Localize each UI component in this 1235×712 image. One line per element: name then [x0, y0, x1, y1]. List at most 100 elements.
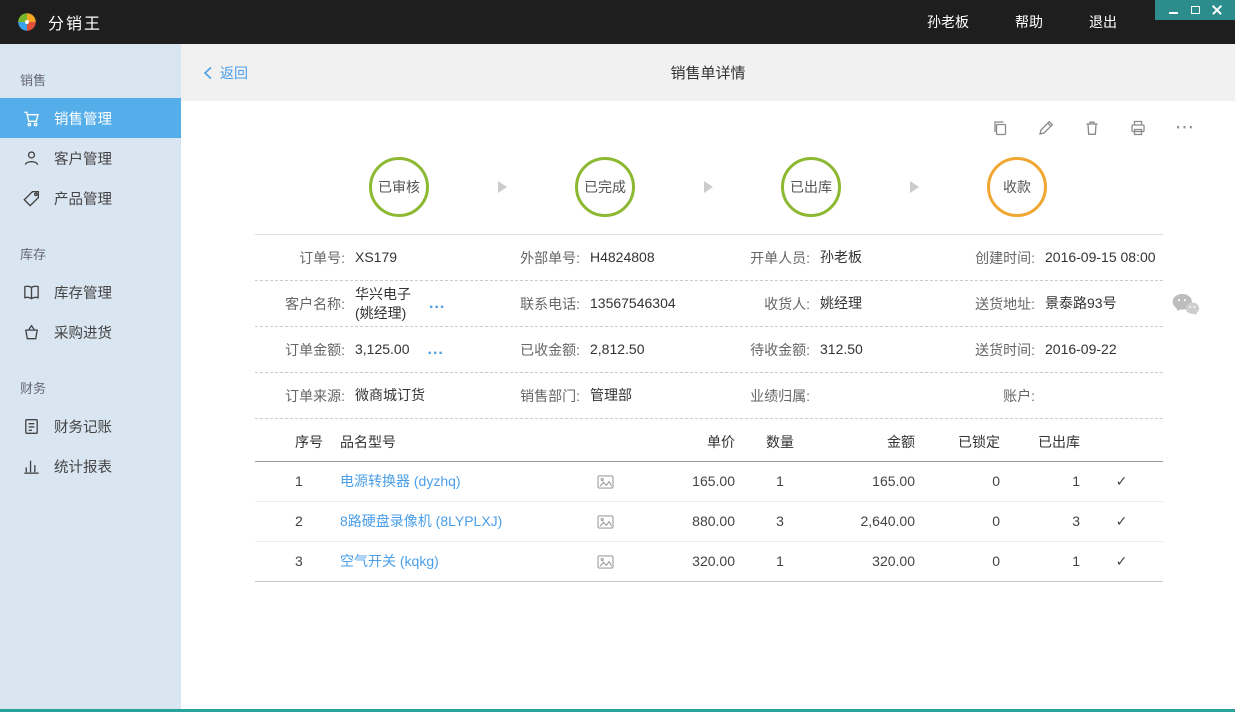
row-price: 165.00 — [635, 461, 735, 502]
field-label: 账户: — [1003, 387, 1035, 404]
topbar-logout[interactable]: 退出 — [1089, 12, 1117, 32]
step-audited: 已审核 — [369, 157, 429, 217]
row-no: 1 — [255, 461, 325, 502]
creator-value: 孙老板 — [820, 249, 862, 266]
field-label: 业绩归属: — [750, 387, 810, 404]
product-link[interactable]: 空气开关 (kqkg) — [340, 553, 439, 569]
close-button[interactable] — [1211, 3, 1223, 17]
copy-icon — [994, 121, 1007, 136]
detail-row: 订单来源: 微商城订货 销售部门: 管理部 业绩归属: 账户: — [255, 373, 1163, 419]
delete-button[interactable] — [1083, 119, 1101, 137]
sidebar-item-product-management[interactable]: 产品管理 — [0, 178, 181, 218]
field-label: 订单号: — [299, 249, 345, 266]
more-actions-button[interactable]: ⋯ — [1175, 118, 1195, 137]
topbar-help[interactable]: 帮助 — [1015, 12, 1043, 32]
field-label: 送货时间: — [975, 341, 1035, 358]
product-image-icon[interactable] — [596, 555, 614, 569]
product-image-icon[interactable] — [596, 515, 614, 529]
sidebar-item-purchasing[interactable]: 采购进货 — [0, 312, 181, 352]
shipped-check-icon: ✓ — [1080, 461, 1163, 502]
product-image-icon[interactable] — [596, 475, 614, 489]
field-label: 收货人: — [764, 295, 810, 312]
person-icon — [24, 150, 39, 165]
sidebar-item-inventory-management[interactable]: 库存管理 — [0, 272, 181, 312]
shipped-check-icon: ✓ — [1080, 541, 1163, 582]
wechat-icon[interactable] — [1171, 292, 1201, 323]
table-row: 2 8路硬盘录像机 (8LYPLXJ) 880.00 3 2,640.00 0 … — [255, 501, 1163, 542]
book-icon — [24, 285, 39, 300]
field-label: 联系电话: — [520, 295, 580, 312]
sidebar-section-sales: 销售 — [20, 73, 47, 88]
step-shipped: 已出库 — [781, 157, 841, 217]
order-detail-panel: 订单号: XS179 外部单号: H4824808 开单人员: 孙老板 创建时间: 20… — [255, 234, 1163, 582]
delivery-time-value: 2016-09-22 — [1045, 341, 1117, 358]
sidebar-item-bookkeeping[interactable]: 财务记账 — [0, 406, 181, 446]
consignee-value: 姚经理 — [820, 295, 862, 312]
app-title: 分销王 — [48, 16, 103, 33]
print-button[interactable] — [1129, 119, 1147, 137]
sidebar: 销售 销售管理 客户管理 产品管理 库存 库存管理 采购进货 财务 财务记账 统… — [0, 44, 181, 709]
field-label: 订单金额: — [285, 341, 345, 358]
sidebar-item-customer-management[interactable]: 客户管理 — [0, 138, 181, 178]
row-price: 320.00 — [635, 541, 735, 582]
row-amount: 320.00 — [825, 541, 915, 582]
back-button[interactable]: 返回 — [203, 63, 248, 83]
sidebar-item-label: 统计报表 — [54, 459, 112, 476]
minimize-icon — [1168, 11, 1178, 14]
field-label: 外部单号: — [520, 249, 580, 266]
topbar: 分销王 孙老板 帮助 退出 — [0, 0, 1235, 44]
maximize-button[interactable] — [1189, 3, 1201, 17]
sidebar-section-inventory: 库存 — [20, 247, 47, 262]
col-header-name: 品名型号 — [325, 423, 575, 462]
product-link[interactable]: 8路硬盘录像机 (8LYPLXJ) — [340, 513, 502, 529]
close-icon — [1212, 5, 1222, 15]
row-locked: 0 — [915, 461, 1000, 502]
sidebar-item-label: 客户管理 — [54, 151, 112, 168]
row-shipped: 3 — [1000, 501, 1080, 542]
external-number-value: H4824808 — [590, 249, 655, 266]
row-shipped: 1 — [1000, 541, 1080, 582]
field-label: 创建时间: — [975, 249, 1035, 266]
maximize-icon — [1190, 6, 1200, 14]
order-amount-value: 3,125.00 — [355, 341, 410, 358]
page-header: 返回 销售单详情 — [181, 44, 1235, 101]
order-status-steps: 已审核 已完成 已出库 收款 — [181, 157, 1235, 217]
sidebar-item-reports[interactable]: 统计报表 — [0, 446, 181, 486]
step-payment: 收款 — [987, 157, 1047, 217]
customer-more-link[interactable]: ... — [429, 295, 445, 313]
col-header-amount: 金额 — [825, 423, 915, 462]
row-qty: 3 — [735, 501, 825, 542]
toolbar: ⋯ — [181, 101, 1235, 155]
step-arrow-icon — [841, 181, 987, 193]
field-label: 客户名称: — [285, 295, 345, 312]
detail-row: 订单号: XS179 外部单号: H4824808 开单人员: 孙老板 创建时间: 20… — [255, 235, 1163, 281]
sidebar-item-label: 销售管理 — [54, 111, 112, 128]
sidebar-item-label: 采购进货 — [54, 325, 112, 342]
field-label: 送货地址: — [975, 295, 1035, 312]
page-title: 销售单详情 — [670, 65, 746, 82]
order-source-value: 微商城订货 — [355, 387, 425, 404]
row-price: 880.00 — [635, 501, 735, 542]
col-header-no: 序号 — [255, 423, 325, 462]
field-label: 销售部门: — [520, 387, 580, 404]
product-link[interactable]: 电源转换器 (dyzhq) — [340, 473, 461, 489]
table-row: 3 空气开关 (kqkg) 320.00 1 320.00 0 1 ✓ — [255, 541, 1163, 582]
amount-more-link[interactable]: ... — [428, 341, 444, 359]
ledger-icon — [25, 418, 38, 434]
received-amount-value: 2,812.50 — [590, 341, 645, 358]
sidebar-item-sales-management[interactable]: 销售管理 — [0, 98, 181, 138]
window-controls — [1155, 0, 1235, 20]
col-header-shipped: 已出库 — [1000, 423, 1080, 462]
table-header-row: 序号 品名型号 单价 数量 金额 已锁定 已出库 — [255, 423, 1163, 462]
cart-icon — [24, 111, 39, 126]
row-amount: 2,640.00 — [825, 501, 915, 542]
topbar-user[interactable]: 孙老板 — [927, 12, 969, 32]
step-arrow-icon — [635, 181, 781, 193]
copy-button[interactable] — [991, 119, 1009, 137]
row-qty: 1 — [735, 541, 825, 582]
edit-button[interactable] — [1037, 119, 1055, 137]
minimize-button[interactable] — [1167, 3, 1179, 17]
phone-value: 13567546304 — [590, 295, 676, 312]
field-label: 开单人员: — [750, 249, 810, 266]
created-time-value: 2016-09-15 08:00 — [1045, 249, 1156, 266]
